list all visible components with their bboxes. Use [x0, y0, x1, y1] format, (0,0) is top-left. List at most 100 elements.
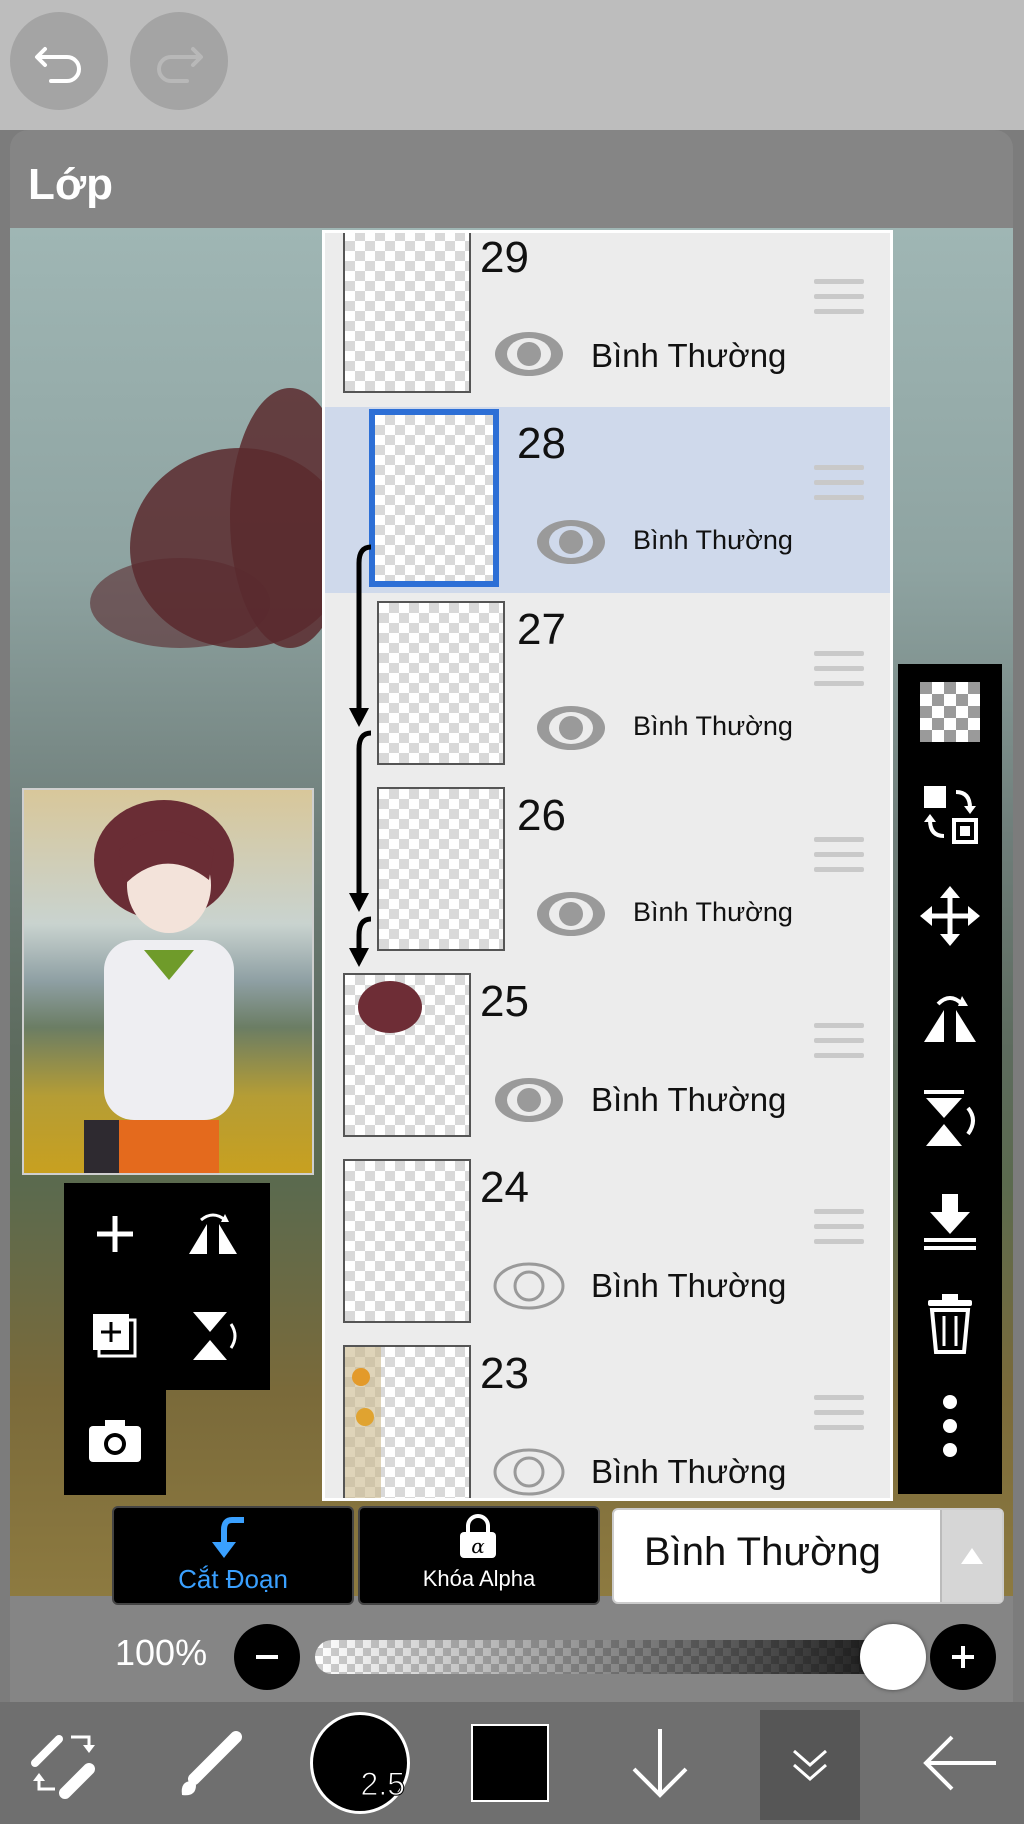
opacity-slider-track[interactable] [315, 1640, 895, 1674]
blend-mode-select[interactable]: Bình Thường [612, 1508, 1004, 1604]
visibility-eye-icon[interactable] [535, 517, 607, 567]
arrow-down-icon [632, 1729, 688, 1798]
opacity-increase-button[interactable] [930, 1624, 996, 1690]
triangle-up-icon [961, 1548, 983, 1564]
arrow-left-icon [923, 1735, 996, 1791]
canvas-preview-thumbnail[interactable] [22, 788, 314, 1175]
layer-row[interactable]: 29 Bình Thường [325, 233, 890, 409]
transform-tool-button[interactable] [10, 1702, 120, 1824]
layer-number: 23 [480, 1349, 529, 1398]
brush-size-indicator: 2.5 [310, 1712, 410, 1814]
visibility-eye-icon[interactable] [535, 889, 607, 939]
redo-icon [157, 47, 203, 83]
delete-layer-button[interactable] [910, 1284, 990, 1364]
brush-tool-button[interactable] [160, 1702, 260, 1824]
drag-handle-icon[interactable] [814, 1209, 864, 1253]
opacity-decrease-button[interactable] [234, 1624, 300, 1690]
flowers-thumbnail-art [345, 1347, 381, 1498]
layer-thumbnail [369, 409, 499, 587]
visibility-eye-icon[interactable] [535, 703, 607, 753]
layer-row[interactable]: 26 Bình Thường [325, 779, 890, 967]
plus-icon [952, 1646, 974, 1668]
undo-button[interactable] [10, 12, 108, 110]
duplicate-layer-button[interactable] [70, 1291, 160, 1381]
duplicate-icon [93, 1314, 137, 1358]
color-picker-button[interactable] [460, 1702, 560, 1824]
layer-thumbnail [377, 601, 505, 765]
layer-thumbnail [377, 787, 505, 951]
layer-row[interactable]: 27 Bình Thường [325, 593, 890, 781]
layer-number: 28 [517, 419, 566, 468]
add-layer-button[interactable] [70, 1189, 160, 1279]
flip-vertical-button[interactable] [910, 1080, 990, 1160]
layer-row[interactable]: 23 Bình Thường [325, 1337, 890, 1498]
merge-down-button[interactable] [910, 1182, 990, 1262]
more-options-button[interactable] [910, 1386, 990, 1466]
flip-vertical-layer-button[interactable] [168, 1291, 258, 1381]
drag-handle-icon[interactable] [814, 1395, 864, 1439]
layer-number: 25 [480, 977, 529, 1026]
svg-text:α: α [471, 1534, 485, 1558]
layers-panel-toggle-button[interactable] [760, 1710, 860, 1820]
brush-eraser-swap-icon [31, 1735, 95, 1799]
minus-icon [256, 1655, 278, 1659]
swap-layer-button[interactable] [910, 774, 990, 854]
trash-icon [928, 1294, 972, 1354]
swap-layers-icon [924, 786, 978, 844]
current-color-swatch [471, 1724, 549, 1802]
flip-horizontal-layer-button[interactable] [168, 1189, 258, 1279]
drag-handle-icon[interactable] [814, 279, 864, 323]
import-photo-button[interactable] [70, 1396, 160, 1486]
redo-button[interactable] [130, 12, 228, 110]
blend-mode-toggle[interactable] [940, 1510, 1002, 1602]
hair-shape [90, 558, 270, 648]
layers-list[interactable]: 29 Bình Thường 28 Bình Thường 27 Bình Th… [322, 230, 893, 1501]
clipping-arrow-icon [212, 1517, 244, 1558]
preview-illustration [84, 800, 234, 1173]
drag-handle-icon[interactable] [814, 465, 864, 509]
drag-handle-icon[interactable] [814, 651, 864, 695]
flip-horizontal-icon [189, 1213, 237, 1254]
flip-vertical-icon [924, 1090, 975, 1146]
brush-size-value: 2.5 [360, 1766, 405, 1803]
alpha-lock-button[interactable]: α Khóa Alpha [358, 1506, 600, 1605]
drag-handle-icon[interactable] [814, 837, 864, 881]
drag-handle-icon[interactable] [814, 1023, 864, 1067]
layer-blend-mode: Bình Thường [633, 897, 793, 927]
layer-row-selected[interactable]: 28 Bình Thường [325, 407, 890, 595]
layer-row[interactable]: 25 Bình Thường [325, 965, 890, 1153]
transparent-layer-button[interactable] [910, 672, 990, 752]
visibility-eye-icon[interactable] [493, 329, 565, 379]
merge-down-icon [924, 1194, 976, 1250]
checkerboard-icon [920, 682, 980, 742]
move-arrows-icon [920, 886, 980, 946]
clipping-arrows-icon [349, 544, 372, 967]
layer-thumbnail [343, 233, 471, 393]
layer-action-pad [64, 1183, 270, 1390]
layer-blend-mode: Bình Thường [591, 1453, 787, 1490]
brush-icon [181, 1731, 242, 1796]
layer-blend-mode: Bình Thường [633, 525, 793, 555]
flip-vertical-icon [193, 1312, 237, 1360]
move-down-button[interactable] [610, 1702, 710, 1824]
alpha-lock-label: Khóa Alpha [422, 1566, 536, 1591]
alpha-lock-icon: α [460, 1514, 496, 1558]
layer-action-pad-extra [64, 1390, 166, 1495]
layer-number: 29 [480, 233, 529, 282]
panel-title: Lớp [28, 160, 114, 209]
clipping-button[interactable]: Cắt Đoạn [112, 1506, 354, 1605]
back-button[interactable] [910, 1702, 1010, 1824]
brush-size-button[interactable]: 2.5 [310, 1702, 410, 1824]
move-layer-button[interactable] [910, 876, 990, 956]
layer-row[interactable]: 24 Bình Thường [325, 1151, 890, 1339]
camera-icon [89, 1420, 141, 1462]
opacity-slider-thumb[interactable] [860, 1624, 926, 1690]
layer-tools-toolbar [898, 664, 1002, 1494]
visibility-eye-off-icon[interactable] [493, 1447, 565, 1497]
visibility-eye-icon[interactable] [493, 1075, 565, 1125]
clipping-label: Cắt Đoạn [178, 1564, 288, 1594]
flip-horizontal-button[interactable] [910, 978, 990, 1058]
more-vertical-icon [943, 1395, 957, 1457]
visibility-eye-off-icon[interactable] [493, 1261, 565, 1311]
chevron-double-down-icon [793, 1749, 827, 1781]
